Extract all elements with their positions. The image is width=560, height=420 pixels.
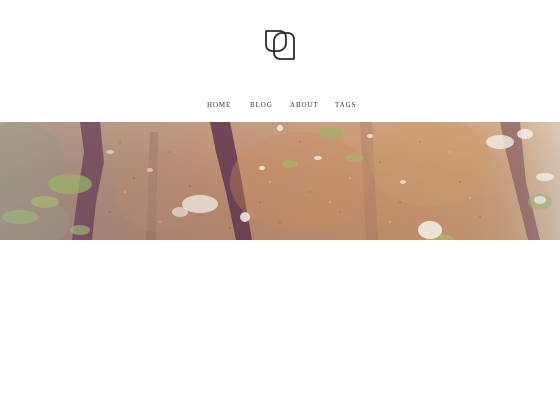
nav-home-link[interactable]: HOME [207,98,231,112]
hero-banner-image [0,122,560,240]
main-content-area [0,240,560,420]
painted-texture-art [0,122,560,240]
nav-about-link[interactable]: ABOUT [290,98,319,112]
nav-tags-link[interactable]: TAGS [335,98,356,112]
site-logo-icon[interactable] [263,28,297,62]
logo-area [0,0,560,90]
main-nav: HOME BLOG ABOUT TAGS [0,98,560,112]
nav-blog-link[interactable]: BLOG [250,98,273,112]
